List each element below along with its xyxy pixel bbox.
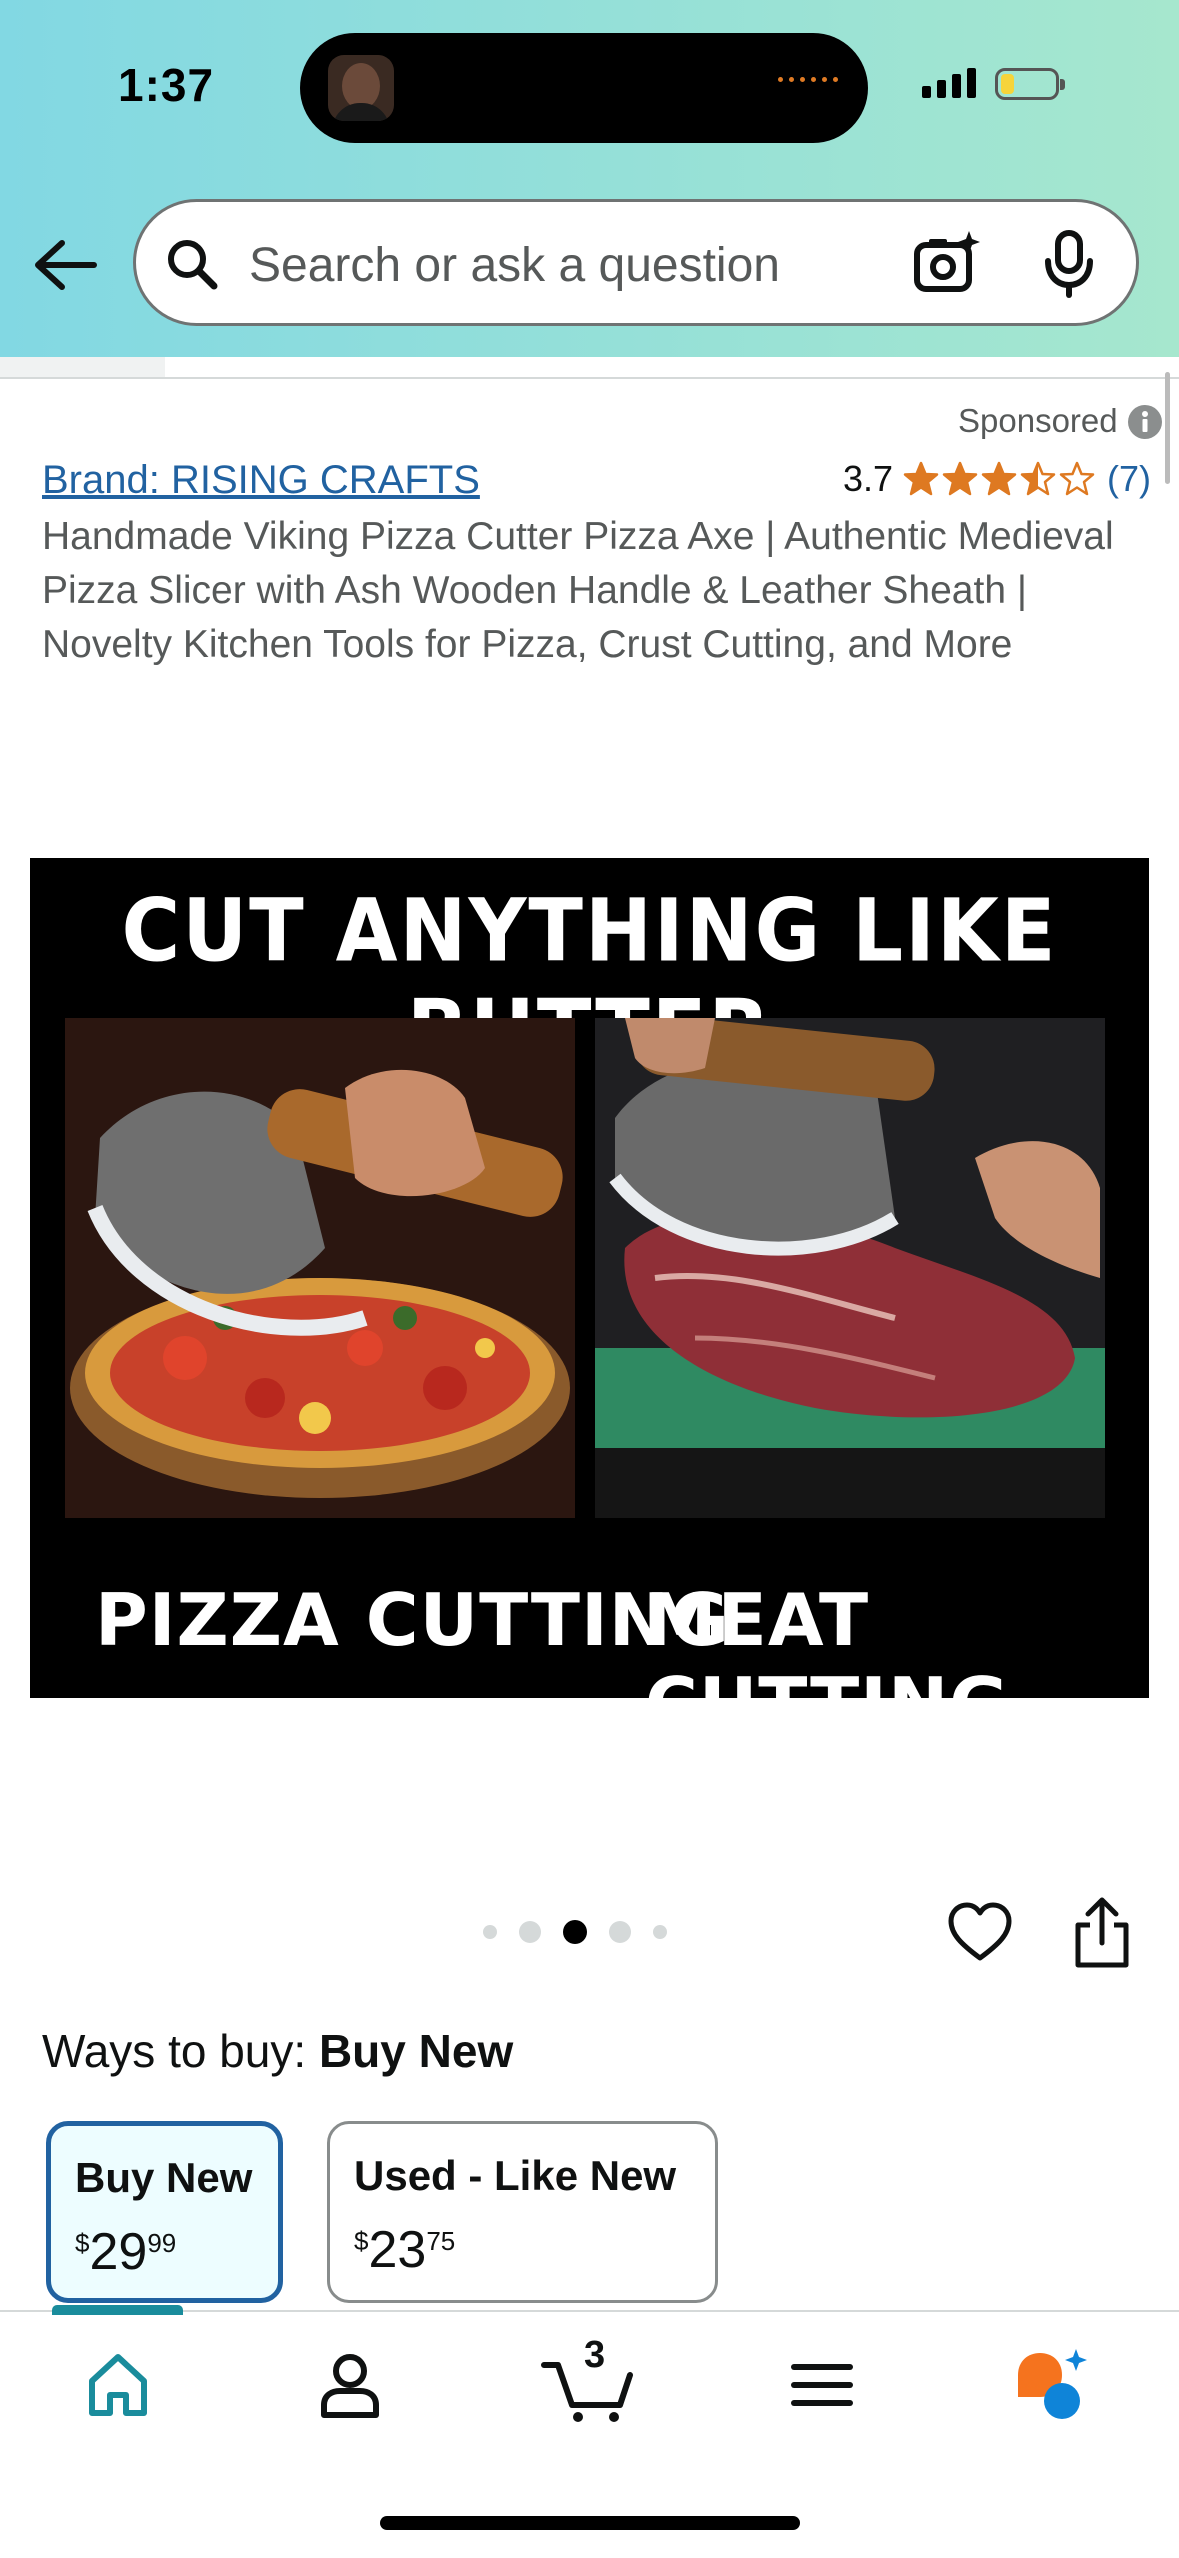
rating-value: 3.7: [843, 458, 894, 499]
status-time: 1:37: [118, 59, 215, 111]
back-arrow-icon[interactable]: [30, 235, 100, 295]
carousel-dot[interactable]: [519, 1921, 541, 1943]
rating-stars: [903, 461, 1095, 497]
price-fraction: 99: [147, 2228, 177, 2258]
brand-link[interactable]: Brand: RISING CRAFTS: [42, 458, 480, 503]
app-header: 1:37 Search or ask a question: [0, 0, 1179, 357]
meat-caption: MEAT CUTTING: [645, 1578, 1008, 1698]
price-fraction: 75: [426, 2226, 456, 2256]
cellular-signal-icon: [922, 68, 976, 98]
carousel-dot[interactable]: [483, 1925, 497, 1939]
battery-icon: [995, 68, 1065, 100]
product-title[interactable]: Handmade Viking Pizza Cutter Pizza Axe |…: [42, 510, 1152, 672]
previous-item-edge: [0, 357, 165, 377]
heart-icon[interactable]: [947, 1900, 1013, 1966]
option-price: $ 23 75: [354, 2220, 455, 2280]
visual-search-camera-icon[interactable]: [911, 227, 983, 299]
carousel-dot[interactable]: [563, 1920, 587, 1944]
section-divider: [0, 377, 1179, 379]
sponsored-label: Sponsored: [958, 402, 1118, 439]
carousel-dots[interactable]: [483, 1920, 667, 1944]
rufus-assistant-icon[interactable]: [1012, 2345, 1092, 2425]
dynamic-island: [300, 33, 868, 143]
buy-new-option[interactable]: Buy New $ 29 99: [46, 2121, 283, 2303]
microphone-icon[interactable]: [1041, 229, 1097, 299]
home-icon[interactable]: [78, 2345, 158, 2425]
option-label: Buy New: [75, 2154, 253, 2201]
price-currency: $: [354, 2226, 369, 2256]
menu-icon[interactable]: [782, 2345, 862, 2425]
option-price: $ 29 99: [75, 2222, 176, 2282]
cart-count: 3: [584, 2334, 606, 2376]
pizza-photo: [65, 1018, 575, 1518]
search-placeholder[interactable]: Search or ask a question: [249, 238, 780, 293]
star-empty-icon: [1059, 461, 1095, 496]
account-icon[interactable]: [310, 2345, 390, 2425]
price-whole: 29: [89, 2223, 148, 2281]
meat-photo: [595, 1018, 1105, 1518]
product-image[interactable]: CUT ANYTHING LIKE BUTTER PIZZA CUTTING M…: [30, 858, 1149, 1698]
info-icon[interactable]: [1127, 404, 1163, 440]
star-half-icon: [1020, 461, 1056, 496]
price-currency: $: [75, 2228, 90, 2258]
ways-to-buy-label: Ways to buy:: [42, 2025, 307, 2077]
pizza-caption: PIZZA CUTTING: [95, 1578, 731, 1662]
home-indicator[interactable]: [380, 2516, 800, 2530]
ways-to-buy-heading: Ways to buy: Buy New: [42, 2024, 513, 2078]
rating-count[interactable]: (7): [1107, 458, 1151, 500]
search-bar[interactable]: Search or ask a question: [133, 199, 1139, 326]
star-rating[interactable]: 3.7 (7): [843, 458, 1151, 500]
star-full-icon: [942, 461, 978, 496]
price-whole: 23: [368, 2221, 427, 2279]
star-full-icon: [981, 461, 1017, 496]
search-icon: [168, 240, 218, 290]
live-activity-indicator: [778, 77, 838, 82]
used-like-new-option[interactable]: Used - Like New $ 23 75: [327, 2121, 718, 2303]
active-tab-indicator: [52, 2305, 183, 2315]
ways-to-buy-selected: Buy New: [318, 2025, 514, 2077]
live-activity-avatar: [328, 55, 394, 121]
carousel-dot[interactable]: [653, 1925, 667, 1939]
star-full-icon: [903, 461, 939, 496]
share-icon[interactable]: [1072, 1897, 1132, 1969]
scroll-indicator: [1165, 372, 1170, 484]
carousel-dot[interactable]: [609, 1921, 631, 1943]
option-label: Used - Like New: [354, 2152, 677, 2199]
